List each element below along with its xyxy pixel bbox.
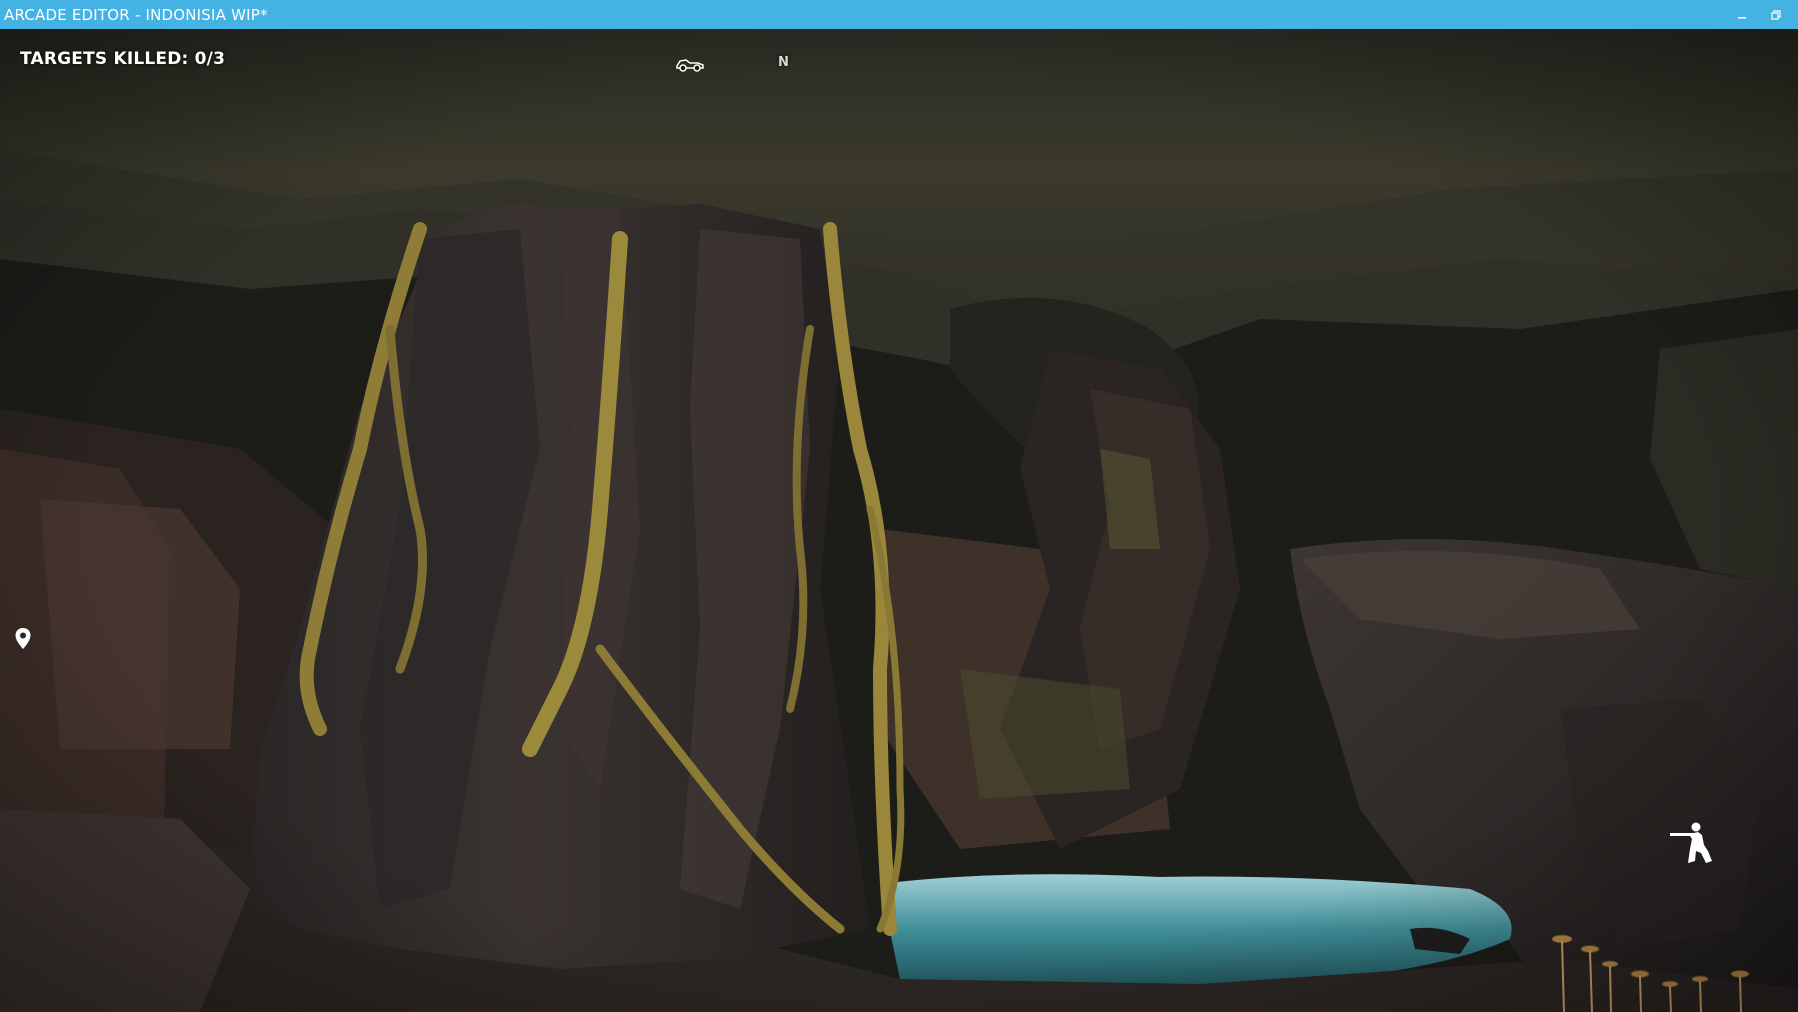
soldier-aiming-icon	[1670, 822, 1712, 863]
minimize-icon	[1738, 16, 1746, 18]
targets-killed-counter: TARGETS KILLED: 0/3	[20, 49, 226, 69]
restore-button[interactable]	[1760, 0, 1792, 29]
compass-heading: N	[778, 55, 789, 70]
restore-icon	[1771, 9, 1781, 20]
cave-scene	[0, 29, 1798, 1012]
vehicle-icon	[676, 59, 704, 72]
window-title: ARCADE EDITOR - INDONISIA WIP*	[4, 5, 268, 24]
minimize-button[interactable]	[1726, 0, 1758, 29]
window-titlebar: ARCADE EDITOR - INDONISIA WIP*	[0, 0, 1798, 29]
game-viewport[interactable]: TARGETS KILLED: 0/3 N	[0, 29, 1798, 1012]
map-marker-icon	[15, 628, 31, 649]
